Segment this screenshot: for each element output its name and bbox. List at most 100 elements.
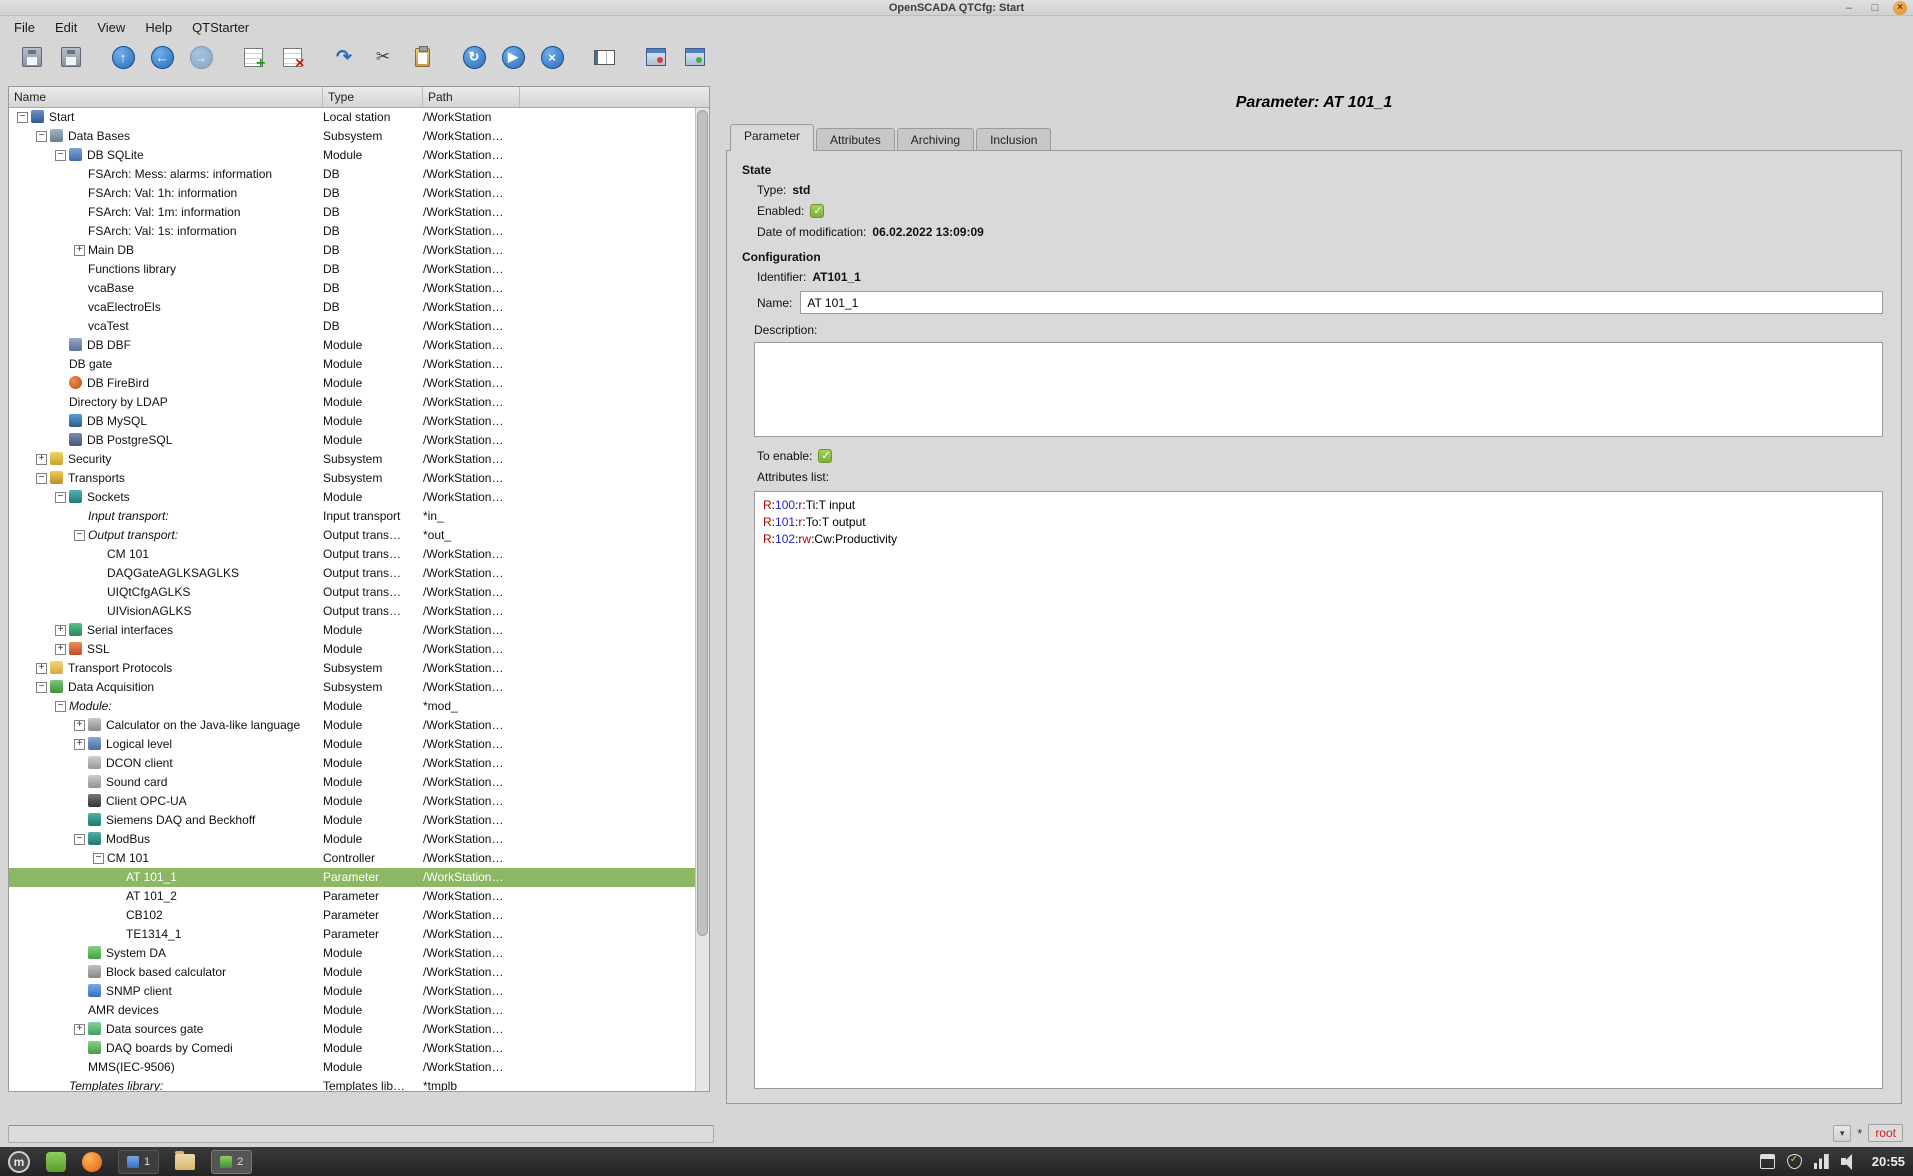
go-next-button[interactable]: → [186, 42, 216, 72]
scrollbar-thumb[interactable] [697, 110, 708, 936]
collapse-icon[interactable]: − [17, 112, 28, 123]
tab-archiving[interactable]: Archiving [897, 128, 974, 150]
tree-vertical-scrollbar[interactable] [695, 108, 709, 1091]
menu-help[interactable]: Help [135, 18, 182, 37]
go-up-button[interactable]: ↑ [108, 42, 138, 72]
tree-row[interactable]: DB PostgreSQLModule/WorkStation… [9, 431, 695, 450]
tree-row[interactable]: DAQGateAGLKSAGLKSOutput trans…/WorkStati… [9, 564, 695, 583]
qtstarter-vision-button[interactable] [680, 42, 710, 72]
tree-row[interactable]: AT 101_2Parameter/WorkStation… [9, 887, 695, 906]
copy-item-button[interactable]: ↷ [329, 42, 359, 72]
collapse-icon[interactable]: − [74, 834, 85, 845]
manual-button[interactable] [589, 42, 619, 72]
attribute-item[interactable]: R:101:r:To:T output [763, 514, 1874, 531]
tree-row[interactable]: +Transport ProtocolsSubsystem/WorkStatio… [9, 659, 695, 678]
expand-icon[interactable]: + [74, 1024, 85, 1035]
stop-updating-button[interactable]: × [537, 42, 567, 72]
tree-row[interactable]: −ModBusModule/WorkStation… [9, 830, 695, 849]
tree-row[interactable]: +Data sources gateModule/WorkStation… [9, 1020, 695, 1039]
tree-row[interactable]: −Data AcquisitionSubsystem/WorkStation… [9, 678, 695, 697]
current-user-badge[interactable]: root [1868, 1124, 1903, 1142]
tree-row[interactable]: −StartLocal station/WorkStation [9, 108, 695, 127]
tab-parameter[interactable]: Parameter [730, 124, 814, 150]
collapse-icon[interactable]: − [55, 150, 66, 161]
minimize-button[interactable]: – [1841, 1, 1857, 15]
menu-qtstarter[interactable]: QTStarter [182, 18, 259, 37]
qtstarter-config-button[interactable] [641, 42, 671, 72]
to-enable-checkbox[interactable] [818, 449, 832, 463]
panel-splitter[interactable] [712, 78, 720, 1096]
tree-row[interactable]: DB gateModule/WorkStation… [9, 355, 695, 374]
expand-icon[interactable]: + [74, 739, 85, 750]
tree-row[interactable]: +Logical levelModule/WorkStation… [9, 735, 695, 754]
menu-edit[interactable]: Edit [45, 18, 87, 37]
tree-row[interactable]: DCON clientModule/WorkStation… [9, 754, 695, 773]
tree-row[interactable]: Client OPC-UAModule/WorkStation… [9, 792, 695, 811]
refresh-button[interactable]: ↻ [459, 42, 489, 72]
tree-row[interactable]: Input transport:Input transport*in_ [9, 507, 695, 526]
save-to-db-button[interactable] [56, 42, 86, 72]
add-item-button[interactable] [238, 42, 268, 72]
enabled-checkbox[interactable] [810, 204, 824, 218]
go-previous-button[interactable]: ← [147, 42, 177, 72]
cut-item-button[interactable]: ✂ [368, 42, 398, 72]
expand-icon[interactable]: + [36, 454, 47, 465]
tree-row[interactable]: AT 101_1Parameter/WorkStation… [9, 868, 695, 887]
expand-icon[interactable]: + [74, 720, 85, 731]
terminal-launcher-button[interactable] [46, 1152, 66, 1172]
tree-row[interactable]: −DB SQLiteModule/WorkStation… [9, 146, 695, 165]
maximize-button[interactable]: □ [1867, 1, 1883, 15]
tree-row[interactable]: DB DBFModule/WorkStation… [9, 336, 695, 355]
collapse-icon[interactable]: − [55, 492, 66, 503]
tree-row[interactable]: MMS(IEC-9506)Module/WorkStation… [9, 1058, 695, 1077]
tray-updates-shield-icon[interactable] [1787, 1154, 1802, 1169]
tree-row[interactable]: FSArch: Val: 1h: informationDB/WorkStati… [9, 184, 695, 203]
load-from-db-button[interactable] [17, 42, 47, 72]
tree-row[interactable]: Directory by LDAPModule/WorkStation… [9, 393, 695, 412]
tree-row[interactable]: vcaElectroElsDB/WorkStation… [9, 298, 695, 317]
column-header-type[interactable]: Type [323, 87, 423, 107]
tray-volume-icon[interactable] [1841, 1154, 1856, 1169]
tray-network-icon[interactable] [1814, 1154, 1829, 1169]
tree-row[interactable]: UIQtCfgAGLKSOutput trans…/WorkStation… [9, 583, 695, 602]
tree-row[interactable]: −TransportsSubsystem/WorkStation… [9, 469, 695, 488]
attribute-item[interactable]: R:102:rw:Cw:Productivity [763, 531, 1874, 548]
tree-row[interactable]: −SocketsModule/WorkStation… [9, 488, 695, 507]
tree-row[interactable]: SNMP clientModule/WorkStation… [9, 982, 695, 1001]
tree-row[interactable]: Functions libraryDB/WorkStation… [9, 260, 695, 279]
attributes-list[interactable]: R:100:r:Ti:T inputR:101:r:To:T outputR:1… [754, 491, 1883, 1089]
tree-row[interactable]: System DAModule/WorkStation… [9, 944, 695, 963]
expand-icon[interactable]: + [55, 644, 66, 655]
tree-row[interactable]: DB MySQLModule/WorkStation… [9, 412, 695, 431]
tree-row[interactable]: +Serial interfacesModule/WorkStation… [9, 621, 695, 640]
tree-row[interactable]: vcaBaseDB/WorkStation… [9, 279, 695, 298]
start-updating-button[interactable]: ▶ [498, 42, 528, 72]
delete-item-button[interactable] [277, 42, 307, 72]
collapse-icon[interactable]: − [93, 853, 104, 864]
menu-view[interactable]: View [87, 18, 135, 37]
name-input[interactable] [800, 291, 1883, 314]
tree-row[interactable]: AMR devicesModule/WorkStation… [9, 1001, 695, 1020]
tree-row[interactable]: CB102Parameter/WorkStation… [9, 906, 695, 925]
taskbar-window-1-button[interactable]: 1 [118, 1150, 159, 1174]
tree-row[interactable]: FSArch: Val: 1m: informationDB/WorkStati… [9, 203, 695, 222]
tree-row[interactable]: DB FireBirdModule/WorkStation… [9, 374, 695, 393]
tree-row[interactable]: CM 101Output trans…/WorkStation… [9, 545, 695, 564]
tree-row[interactable]: FSArch: Mess: alarms: informationDB/Work… [9, 165, 695, 184]
close-button[interactable]: × [1893, 1, 1907, 15]
tree-row[interactable]: Templates library:Templates lib…*tmplb_ [9, 1077, 695, 1091]
tree-row[interactable]: −Module:Module*mod_ [9, 697, 695, 716]
expand-icon[interactable]: + [74, 245, 85, 256]
tab-inclusion[interactable]: Inclusion [976, 128, 1051, 150]
files-launcher-button[interactable] [175, 1154, 195, 1170]
tree-row[interactable]: DAQ boards by ComediModule/WorkStation… [9, 1039, 695, 1058]
tree-row[interactable]: UIVisionAGLKSOutput trans…/WorkStation… [9, 602, 695, 621]
collapse-icon[interactable]: − [74, 530, 85, 541]
menu-file[interactable]: File [4, 18, 45, 37]
chevron-down-icon[interactable]: ▼ [1833, 1125, 1851, 1142]
tree-row[interactable]: vcaTestDB/WorkStation… [9, 317, 695, 336]
tree-row[interactable]: TE1314_1Parameter/WorkStation… [9, 925, 695, 944]
column-header-path[interactable]: Path [423, 87, 520, 107]
taskbar-window-2-button[interactable]: 2 [211, 1150, 252, 1174]
firefox-launcher-button[interactable] [82, 1152, 102, 1172]
